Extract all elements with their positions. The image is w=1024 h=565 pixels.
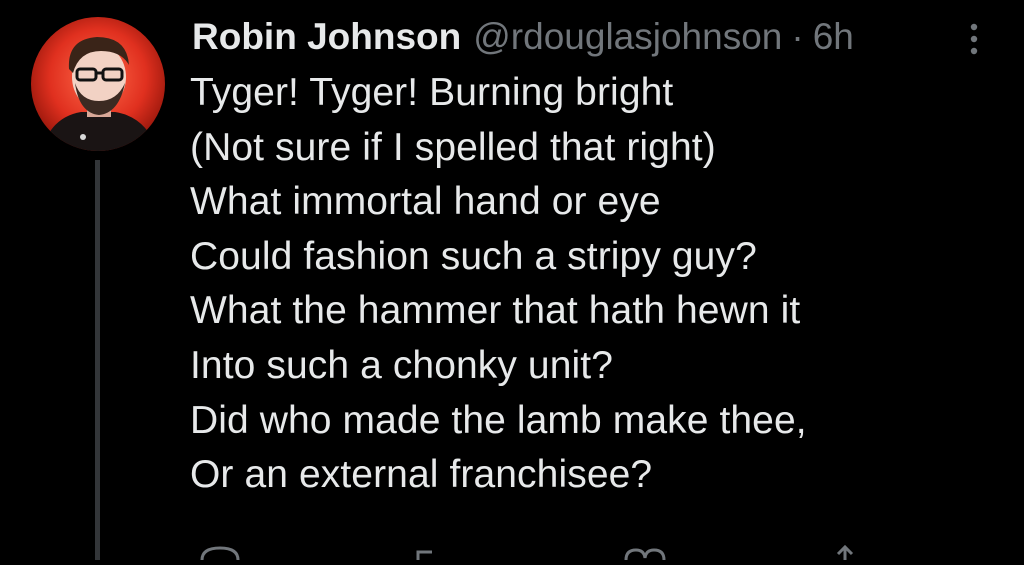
timestamp[interactable]: 6h <box>813 14 854 60</box>
tweet-line: What immortal hand or eye <box>190 180 661 224</box>
tweet-line: Did who made the lamb make thee, <box>190 398 807 442</box>
tweet-line: Or an external franchisee? <box>190 453 653 497</box>
tweet[interactable]: Robin Johnson @rdouglasjohnson · 6h Tyge… <box>0 0 1024 561</box>
avatar[interactable] <box>31 17 165 151</box>
retweet-icon[interactable] <box>412 540 456 560</box>
more-icon[interactable] <box>960 22 988 56</box>
like-icon[interactable] <box>620 540 670 561</box>
tweet-line: Into such a chonky unit? <box>190 343 614 387</box>
tweet-line: (Not sure if I spelled that right) <box>190 125 716 169</box>
thread-line <box>95 160 100 560</box>
reply-icon[interactable] <box>198 540 242 561</box>
user-handle[interactable]: @rdouglasjohnson <box>473 14 782 60</box>
display-name[interactable]: Robin Johnson <box>192 14 461 60</box>
tweet-header: Robin Johnson @rdouglasjohnson · 6h <box>192 14 854 62</box>
tweet-line: What the hammer that hath hewn it <box>190 289 801 333</box>
tweet-text: Tyger! Tyger! Burning bright (Not sure i… <box>190 66 970 503</box>
tweet-line: Could fashion such a stripy guy? <box>190 234 757 278</box>
action-bar <box>190 540 990 561</box>
separator-dot: · <box>791 16 804 57</box>
share-icon[interactable] <box>830 540 860 560</box>
tweet-line: Tyger! Tyger! Burning bright <box>190 71 674 114</box>
avatar-photo <box>31 17 165 151</box>
